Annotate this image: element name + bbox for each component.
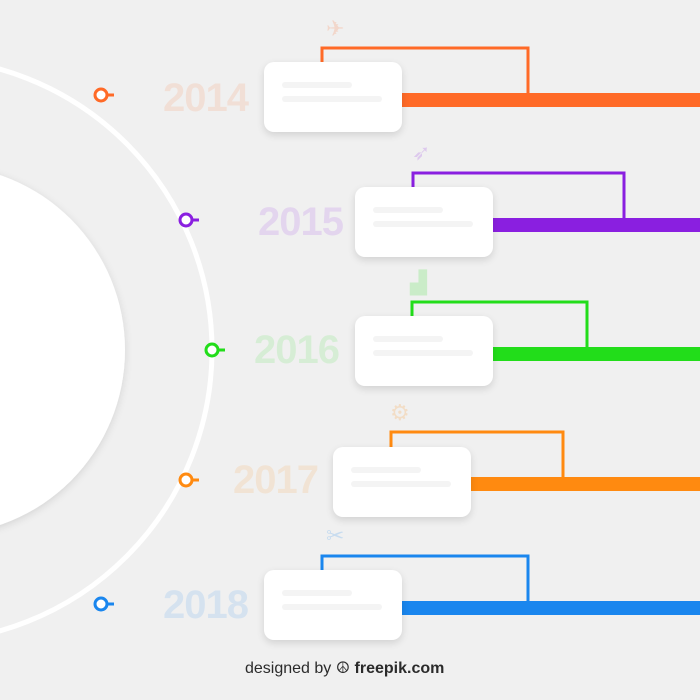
- year-label-2018: 2018: [163, 583, 249, 627]
- plane-icon: ✈: [326, 16, 345, 41]
- card-placeholder-line: [373, 207, 443, 213]
- timeline-node-2014: [93, 87, 109, 103]
- rocket-icon: ➶: [412, 140, 431, 165]
- card-placeholder-line: [373, 221, 473, 227]
- info-card-2014: [264, 62, 402, 132]
- credit-prefix: designed by: [245, 660, 332, 677]
- card-placeholder-line: [282, 96, 382, 102]
- card-placeholder-line: [373, 350, 473, 356]
- timeline-node-2017: [178, 472, 194, 488]
- timeline-bar-2016: [491, 347, 700, 361]
- card-placeholder-line: [282, 82, 352, 88]
- card-placeholder-line: [351, 481, 451, 487]
- timeline-bar-2014: [400, 93, 700, 107]
- card-placeholder-line: [282, 590, 352, 596]
- card-placeholder-line: [282, 604, 382, 610]
- freepik-logo-icon: ☮: [335, 660, 351, 677]
- timeline-node-2018: [93, 596, 109, 612]
- credit-line: designed by ☮ freepik.com: [245, 658, 444, 678]
- card-placeholder-line: [351, 467, 421, 473]
- card-placeholder-line: [373, 336, 443, 342]
- center-disc: [0, 175, 125, 525]
- credit-brand: freepik.com: [354, 660, 445, 677]
- info-card-2017: [333, 447, 471, 517]
- year-label-2017: 2017: [233, 458, 319, 502]
- year-label-2016: 2016: [254, 328, 340, 372]
- timeline-bar-2017: [469, 477, 700, 491]
- timeline-bar-2018: [400, 601, 700, 615]
- tools-icon: ✂: [326, 523, 345, 548]
- gear-icon: ⚙: [390, 400, 410, 425]
- chart-icon: ▟: [410, 270, 427, 295]
- info-card-2015: [355, 187, 493, 257]
- info-card-2016: [355, 316, 493, 386]
- year-label-2014: 2014: [163, 76, 249, 120]
- timeline-node-2016: [204, 342, 220, 358]
- timeline-bar-2015: [491, 218, 700, 232]
- year-label-2015: 2015: [258, 200, 344, 244]
- timeline-node-2015: [178, 212, 194, 228]
- info-card-2018: [264, 570, 402, 640]
